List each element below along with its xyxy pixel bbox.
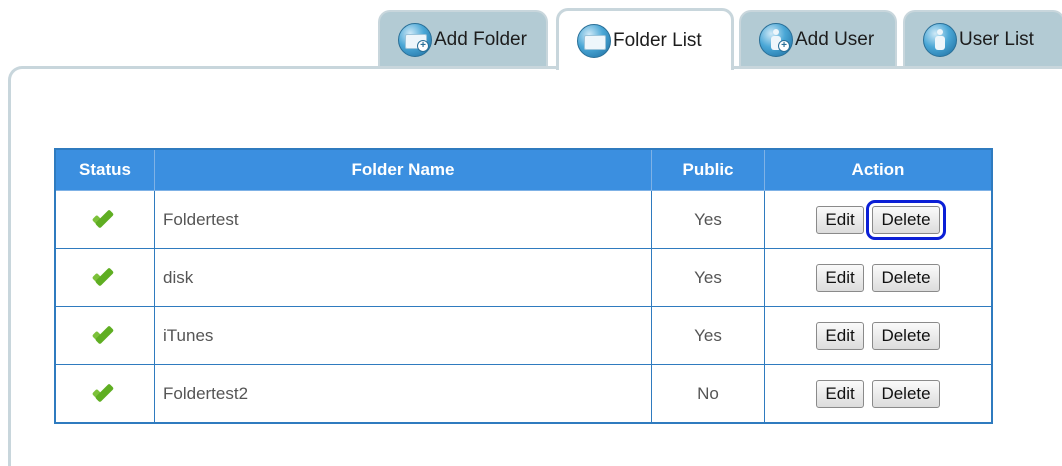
tab-add-user[interactable]: + Add User — [739, 10, 897, 68]
status-cell — [54, 364, 155, 424]
tab-user-list[interactable]: User List — [903, 10, 1062, 68]
tab-folder-list[interactable]: Folder List — [556, 8, 734, 70]
edit-button[interactable]: Edit — [816, 379, 864, 408]
public-value: Yes — [651, 248, 765, 307]
table-row: iTunes Yes Edit Delete — [54, 306, 993, 365]
tab-add-folder[interactable]: + Add Folder — [378, 10, 548, 68]
tab-label: User List — [959, 29, 1034, 50]
action-cell: Edit Delete — [764, 306, 993, 365]
public-value: Yes — [651, 306, 765, 365]
delete-button[interactable]: Delete — [872, 379, 940, 408]
status-cell — [54, 306, 155, 365]
check-icon — [93, 327, 117, 341]
edit-button[interactable]: Edit — [816, 205, 864, 234]
action-cell: Edit Delete — [764, 364, 993, 424]
check-icon — [93, 211, 117, 225]
delete-button[interactable]: Delete — [872, 263, 940, 292]
check-icon — [93, 385, 117, 399]
status-cell — [54, 190, 155, 249]
edit-button[interactable]: Edit — [816, 263, 864, 292]
check-icon — [93, 269, 117, 283]
action-column-header: Action — [764, 148, 993, 191]
public-value: Yes — [651, 190, 765, 249]
action-cell: Edit Delete — [764, 248, 993, 307]
table-row: Foldertest Yes Edit Delete — [54, 190, 993, 249]
tab-label: Folder List — [613, 29, 702, 51]
public-value: No — [651, 364, 765, 424]
status-column-header: Status — [54, 148, 155, 191]
status-cell — [54, 248, 155, 307]
folder-name-column-header: Folder Name — [154, 148, 652, 191]
table-header-row: Status Folder Name Public Action — [54, 148, 993, 191]
folder-name-link[interactable]: Foldertest — [154, 190, 652, 249]
folder-name-link[interactable]: iTunes — [154, 306, 652, 365]
folder-name-link[interactable]: Foldertest2 — [154, 364, 652, 424]
user-list-icon — [923, 23, 957, 57]
delete-button[interactable]: Delete — [866, 199, 946, 240]
delete-button[interactable]: Delete — [872, 321, 940, 350]
public-column-header: Public — [651, 148, 765, 191]
table-row: Foldertest2 No Edit Delete — [54, 364, 993, 424]
tab-label: Add User — [795, 29, 875, 50]
add-folder-icon: + — [398, 23, 432, 57]
table-row: disk Yes Edit Delete — [54, 248, 993, 307]
edit-button[interactable]: Edit — [816, 321, 864, 350]
folder-name-link[interactable]: disk — [154, 248, 652, 307]
folder-list-icon — [577, 23, 611, 58]
tab-label: Add Folder — [434, 29, 527, 50]
add-user-icon: + — [759, 23, 793, 57]
action-cell: Edit Delete — [764, 190, 993, 249]
folder-table: Status Folder Name Public Action Foldert… — [54, 148, 993, 424]
